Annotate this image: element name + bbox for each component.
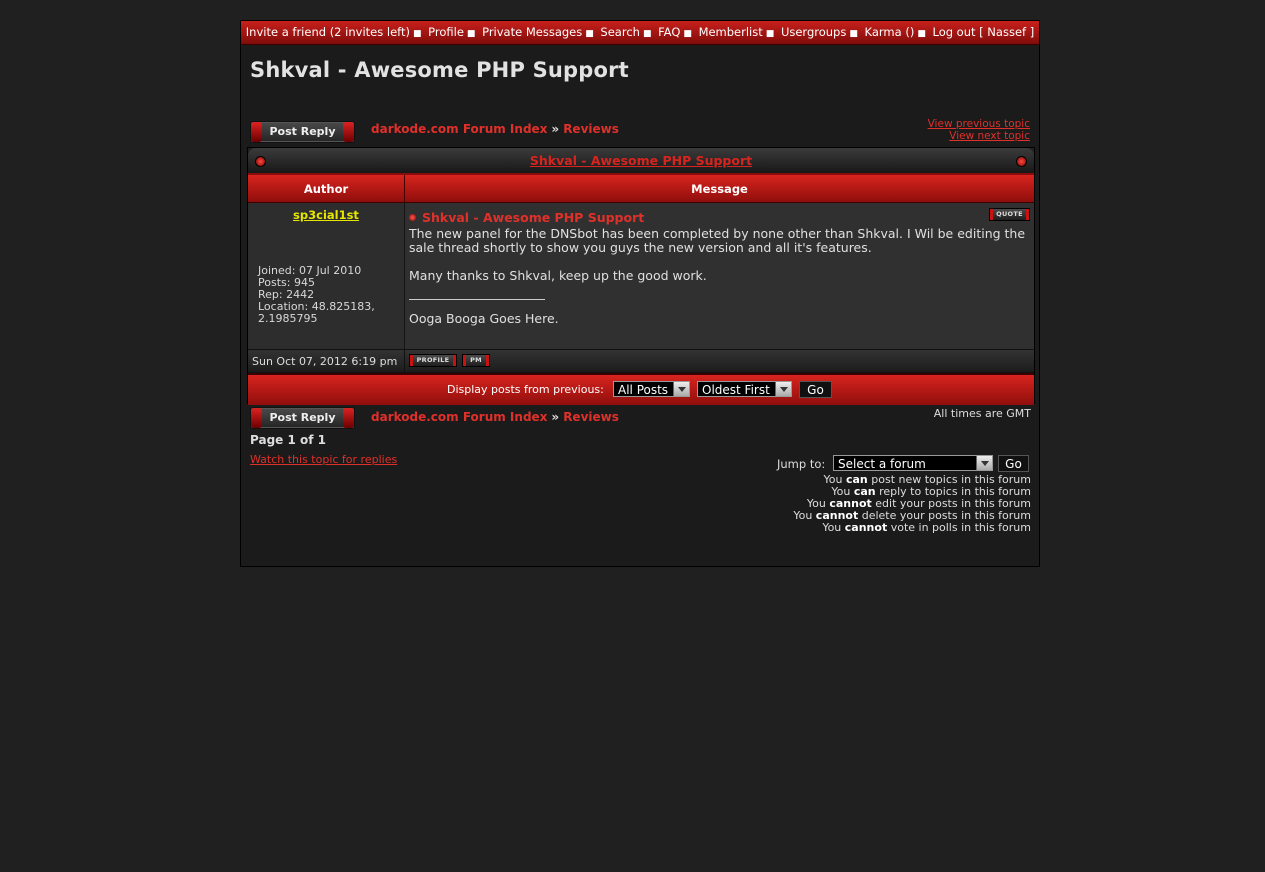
nav-separator: ■: [412, 29, 422, 39]
jump-to-selected: Select a forum: [838, 457, 926, 471]
nav-separator: ■: [683, 29, 692, 39]
post-footer-row: Sun Oct 07, 2012 6:19 pm PROFILE PM: [248, 349, 1034, 373]
jump-go-button[interactable]: Go: [998, 455, 1029, 472]
nav-usergroups[interactable]: Usergroups: [781, 25, 846, 39]
nav-memberlist[interactable]: Memberlist: [699, 25, 763, 39]
nav-separator: ■: [765, 29, 775, 39]
message-cell: Shkval - Awesome PHP Support QUOTE The n…: [405, 203, 1034, 349]
display-posts-bar: Display posts from previous: All Posts O…: [248, 373, 1034, 405]
nav-invite-friend[interactable]: Invite a friend (2 invites left): [246, 25, 410, 39]
page-count: Page 1 of 1: [250, 433, 326, 447]
display-go-button[interactable]: Go: [799, 381, 832, 398]
watch-topic-link[interactable]: Watch this topic for replies: [250, 453, 397, 466]
author-cell: sp3cial1st Joined: 07 Jul 2010 Posts: 94…: [248, 203, 405, 349]
post-date: Sun Oct 07, 2012 6:19 pm: [252, 355, 398, 368]
profile-button[interactable]: PROFILE: [409, 354, 457, 367]
post-reply-button[interactable]: Post Reply: [250, 121, 355, 143]
breadcrumb-separator: »: [551, 410, 560, 424]
post-subject: Shkval - Awesome PHP Support: [409, 210, 644, 225]
post-body: The new panel for the DNSbot has been co…: [409, 227, 1031, 283]
display-posts-label: Display posts from previous:: [447, 383, 604, 396]
view-next-topic-link[interactable]: View next topic: [928, 130, 1030, 142]
timezone-note: All times are GMT: [933, 407, 1031, 420]
page-wrapper: Invite a friend (2 invites left) ■ Profil…: [240, 20, 1040, 567]
nav-profile[interactable]: Profile: [428, 25, 464, 39]
nav-separator: ■: [849, 29, 858, 39]
table-header-row: Author Message: [248, 175, 1034, 203]
permission-line: You cannot vote in polls in this forum: [822, 521, 1031, 534]
topic-navigation: View previous topic View next topic: [928, 118, 1030, 142]
post-bullet-icon: [409, 214, 416, 221]
nav-separator: ■: [917, 29, 926, 39]
nav-karma[interactable]: Karma (): [865, 25, 915, 39]
message-header: Message: [691, 182, 748, 196]
topic-title-bar: Shkval - Awesome PHP Support: [248, 148, 1034, 175]
column-divider: [404, 350, 405, 372]
topic-title-link[interactable]: Shkval - Awesome PHP Support: [248, 153, 1034, 168]
breadcrumb: darkode.com Forum Index » Reviews: [371, 122, 619, 136]
chevron-down-icon: [976, 456, 992, 470]
post-table: Shkval - Awesome PHP Support Author Mess…: [247, 147, 1035, 405]
breadcrumb-separator: »: [551, 122, 560, 136]
quote-button[interactable]: QUOTE: [989, 208, 1030, 221]
sort-order-select[interactable]: Oldest First: [697, 381, 792, 397]
view-previous-topic-link[interactable]: View previous topic: [928, 118, 1030, 130]
author-location-cont: 2.1985795: [258, 312, 318, 325]
sort-order-selected: Oldest First: [702, 383, 770, 397]
signature-divider: [409, 299, 545, 300]
breadcrumb-forum-index[interactable]: darkode.com Forum Index: [371, 122, 547, 136]
page-title: Shkval - Awesome PHP Support: [250, 58, 629, 82]
nav-search[interactable]: Search: [600, 25, 640, 39]
nav-separator: ■: [466, 29, 476, 39]
jump-to-label: Jump to:: [777, 457, 826, 471]
nav-faq[interactable]: FAQ: [658, 25, 680, 39]
chevron-down-icon: [775, 382, 791, 396]
posts-period-select[interactable]: All Posts: [613, 381, 690, 397]
post-subject-text: Shkval - Awesome PHP Support: [422, 210, 645, 225]
chevron-down-icon: [673, 382, 689, 396]
forum-permissions: You can post new topics in this forum Yo…: [793, 474, 1031, 534]
top-navigation: Invite a friend (2 invites left) ■ Profil…: [241, 21, 1039, 45]
pm-button[interactable]: PM: [462, 354, 490, 367]
nav-private-messages[interactable]: Private Messages: [482, 25, 582, 39]
author-header: Author: [303, 182, 349, 196]
breadcrumb-bottom: darkode.com Forum Index » Reviews: [371, 410, 619, 424]
breadcrumb-reviews[interactable]: Reviews: [563, 410, 619, 424]
post-author-link[interactable]: sp3cial1st: [248, 208, 404, 222]
post-signature: Ooga Booga Goes Here.: [409, 311, 559, 326]
post-reply-button-bottom[interactable]: Post Reply: [250, 407, 355, 429]
breadcrumb-reviews[interactable]: Reviews: [563, 122, 619, 136]
breadcrumb-forum-index[interactable]: darkode.com Forum Index: [371, 410, 547, 424]
nav-separator: ■: [642, 29, 652, 39]
post-body-paragraph: Many thanks to Shkval, keep up the good …: [409, 268, 707, 283]
author-profile-info: Joined: 07 Jul 2010 Posts: 945 Rep: 2442…: [258, 265, 375, 325]
post-body-paragraph: The new panel for the DNSbot has been co…: [409, 226, 1026, 255]
red-dot-icon: [1016, 156, 1027, 167]
nav-logout[interactable]: Log out [ Nassef ]: [932, 25, 1034, 39]
jump-to-select[interactable]: Select a forum: [833, 455, 993, 471]
nav-separator: ■: [585, 29, 594, 39]
posts-period-selected: All Posts: [618, 383, 669, 397]
